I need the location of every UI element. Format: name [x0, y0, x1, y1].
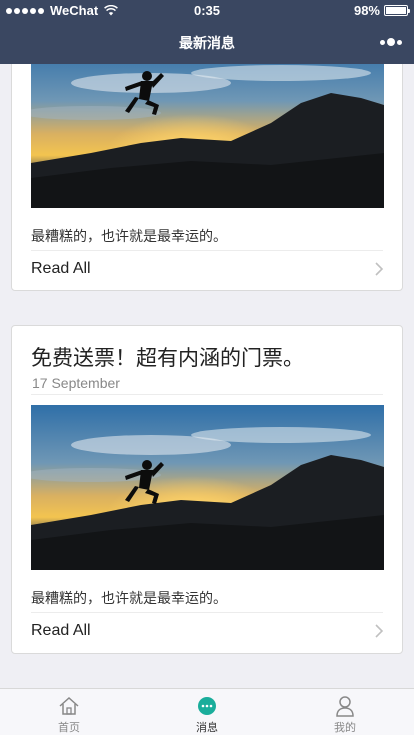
card-title: 免费送票！超有内涵的门票。: [31, 347, 304, 370]
card-date: 17 September: [32, 375, 120, 391]
status-bar: WeChat 0:35 98%: [0, 0, 414, 20]
tab-messages[interactable]: 消息: [138, 689, 276, 735]
message-card[interactable]: 最糟糕的，也许就是最幸运的。 Read All: [11, 64, 403, 291]
clock: 0:35: [193, 3, 221, 18]
more-dot-icon: [380, 39, 385, 45]
sunset-photo: [31, 405, 384, 570]
nav-bar: 最新消息: [0, 20, 414, 64]
card-image[interactable]: [31, 405, 384, 570]
more-dot-icon: [397, 39, 402, 45]
more-dot-icon: [387, 38, 395, 46]
tab-bar: 首页 消息 我的: [0, 688, 414, 735]
card-image[interactable]: [31, 64, 384, 208]
divider: [31, 394, 383, 395]
page-title: 最新消息: [179, 35, 235, 51]
battery-level: [386, 7, 406, 14]
read-all-link[interactable]: Read All: [31, 622, 91, 640]
status-bar-right: 98%: [353, 3, 410, 18]
home-icon: [58, 695, 80, 717]
tab-home[interactable]: 首页: [0, 689, 138, 735]
divider: [31, 612, 383, 613]
chevron-right-icon: [375, 624, 384, 638]
message-card[interactable]: 免费送票！超有内涵的门票。 17 September 最糟糕的，也许就是最幸运的…: [11, 325, 403, 654]
card-excerpt: 最糟糕的，也许就是最幸运的。: [31, 590, 227, 606]
message-feed[interactable]: 最糟糕的，也许就是最幸运的。 Read All 免费送票！超有内涵的门票。 17…: [0, 64, 414, 688]
tab-label: 消息: [196, 722, 218, 734]
tab-label: 我的: [334, 722, 356, 734]
tab-profile[interactable]: 我的: [276, 689, 414, 735]
sunset-photo: [31, 64, 384, 208]
battery-icon: [384, 5, 410, 16]
chat-icon: [196, 695, 218, 717]
card-excerpt: 最糟糕的，也许就是最幸运的。: [31, 228, 227, 244]
top-bar: WeChat 0:35 98% 最新消息: [0, 0, 414, 64]
chevron-right-icon: [375, 262, 384, 276]
more-options-button[interactable]: [380, 37, 402, 47]
read-all-link[interactable]: Read All: [31, 260, 91, 278]
tab-label: 首页: [58, 722, 80, 734]
divider: [31, 250, 383, 251]
battery-percent: 98%: [353, 3, 380, 18]
profile-icon: [334, 695, 356, 717]
